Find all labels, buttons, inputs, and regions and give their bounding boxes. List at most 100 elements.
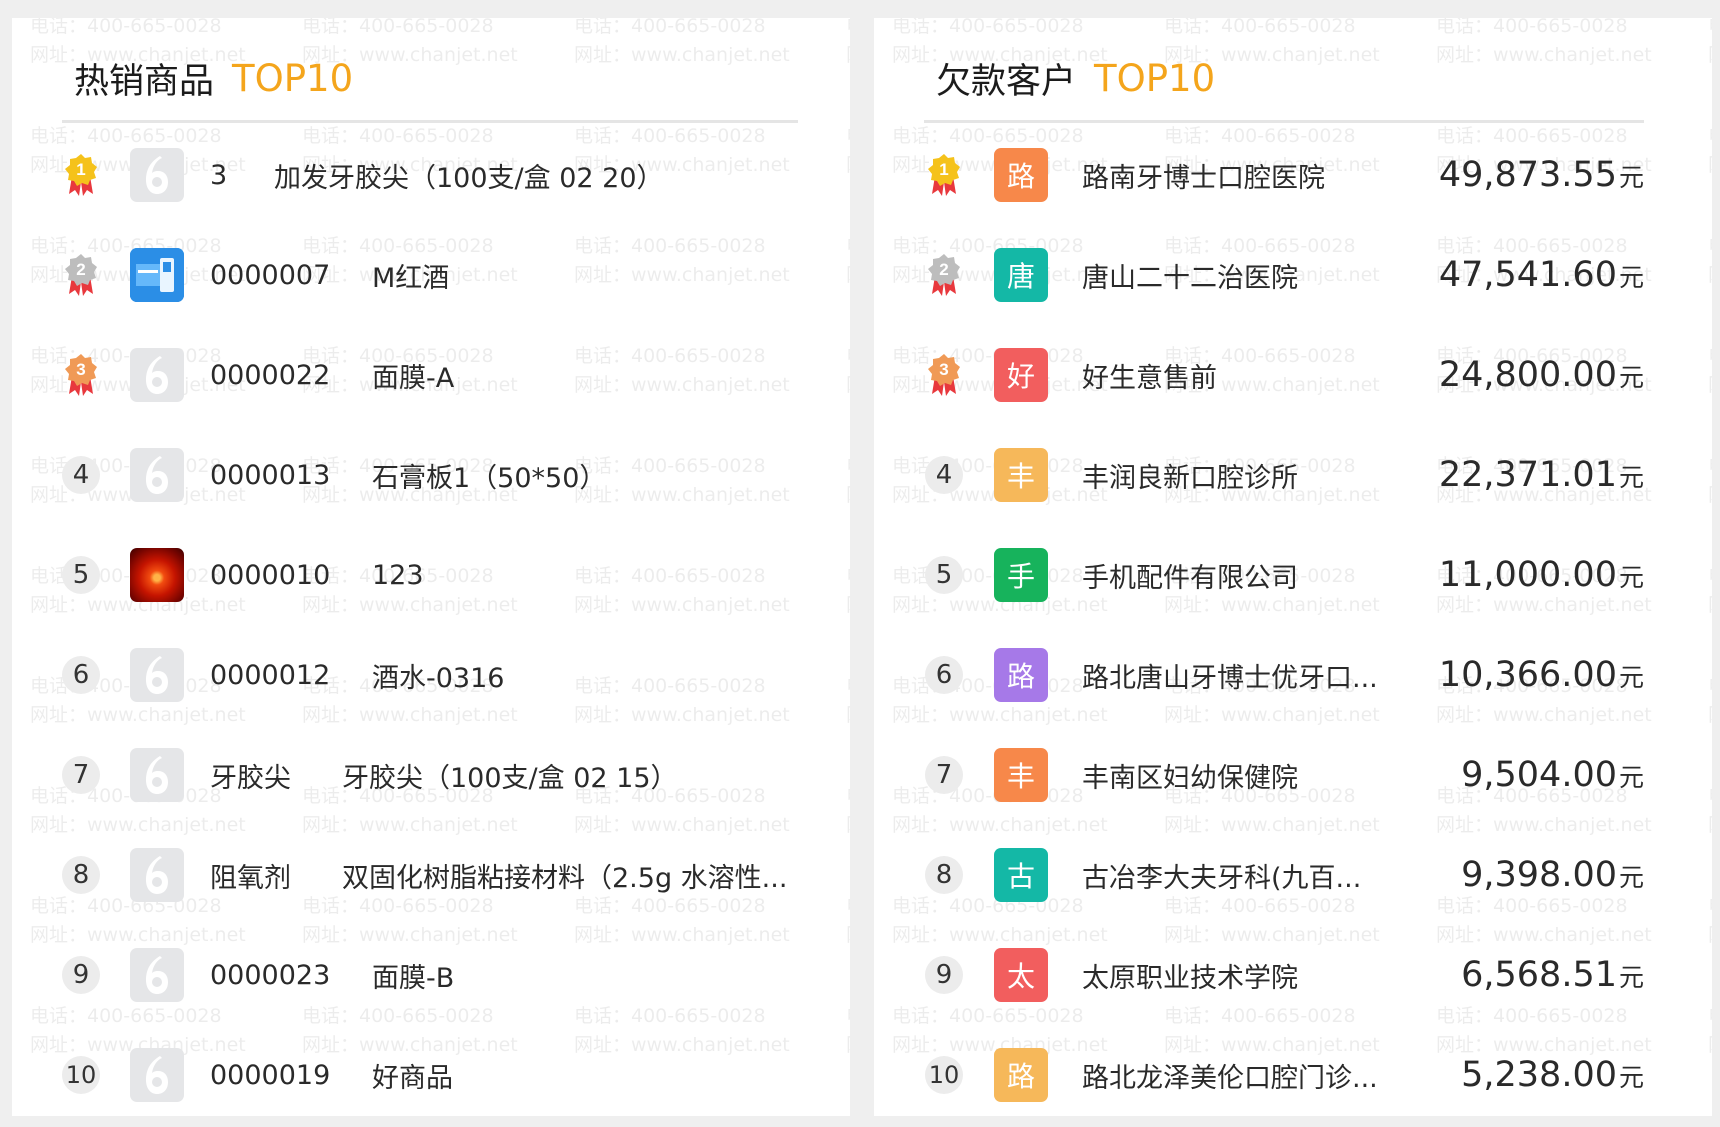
watermark-phone: 电话：400-665-0028 — [846, 18, 850, 41]
product-code: 0000010 — [210, 559, 331, 591]
product-name: 石膏板1（50*50） — [372, 462, 607, 494]
panel-title: 热销商品 — [74, 61, 215, 102]
watermark-website: 网址：www.chanjet.net — [892, 814, 1108, 836]
product-placeholder-icon — [130, 748, 184, 802]
top10-badge: TOP10 — [1094, 56, 1216, 100]
customer-row[interactable]: 8 古 古冶李大夫牙科(九百... 9,398.00 元 — [874, 846, 1712, 904]
watermark-website: 网址：www.chanjet.net — [30, 704, 246, 726]
customer-row[interactable]: 10 路 路北龙泽美伦口腔门诊... 5,238.00 元 — [874, 1046, 1712, 1104]
product-row[interactable]: 10 0000019 好商品 — [12, 1046, 850, 1104]
product-row[interactable]: 7 牙胶尖 牙胶尖（100支/盒 02 15） — [12, 746, 850, 804]
amount-value: 9,398.00 — [1461, 855, 1617, 895]
amount-unit: 元 — [1618, 463, 1644, 492]
watermark-website: 网址：www.chanjet.net — [302, 814, 518, 836]
watermark-phone: 电话：400-665-0028 — [892, 18, 1084, 37]
product-row[interactable]: 9 0000023 面膜-B — [12, 946, 850, 1004]
rank-number: 10 — [925, 1056, 963, 1094]
watermark-website: 网址：www.chanjet.net — [1708, 811, 1712, 840]
customer-name: 路北龙泽美伦口腔门诊... — [1082, 1062, 1378, 1094]
customer-row[interactable]: 6 路 路北唐山牙博士优牙口... 10,366.00 元 — [874, 646, 1712, 704]
product-placeholder-icon — [130, 348, 184, 402]
svg-text:3: 3 — [939, 360, 948, 379]
product-code: 0000007 — [210, 259, 331, 291]
header-divider — [924, 120, 1644, 123]
customer-row[interactable]: 9 太 太原职业技术学院 6,568.51 元 — [874, 946, 1712, 1004]
watermark-text: 电话：400-665-0028网址：www.chanjet.net — [846, 18, 850, 70]
debt-amount: 6,568.51 元 — [1461, 955, 1644, 995]
product-row[interactable]: 5 0000010 123 — [12, 546, 850, 604]
product-row[interactable]: 8 阻氧剂 双固化树脂粘接材料（2.5g 水溶性... — [12, 846, 850, 904]
svg-text:3: 3 — [76, 360, 85, 379]
debt-amount: 47,541.60 元 — [1439, 255, 1644, 295]
watermark-phone: 电话：400-665-0028 — [30, 18, 222, 37]
amount-unit: 元 — [1618, 763, 1644, 792]
product-thumbnail — [130, 248, 184, 302]
debt-amount: 49,873.55 元 — [1439, 155, 1644, 195]
debt-amount: 22,371.01 元 — [1439, 455, 1644, 495]
customer-name: 丰润良新口腔诊所 — [1082, 462, 1298, 494]
customer-avatar: 好 — [994, 348, 1048, 402]
rank-number: 6 — [62, 656, 100, 694]
product-name: 面膜-B — [372, 962, 455, 994]
rank-number: 5 — [62, 556, 100, 594]
product-row[interactable]: 4 0000013 石膏板1（50*50） — [12, 446, 850, 504]
watermark-phone: 电话：400-665-0028 — [1436, 1112, 1652, 1116]
product-name: M红酒 — [372, 262, 450, 294]
amount-unit: 元 — [1618, 263, 1644, 292]
watermark-text: 电话：400-665-0028网址：www.chanjet.net — [1708, 1112, 1712, 1116]
watermark-website: 网址：www.chanjet.net — [1708, 41, 1712, 70]
customer-row[interactable]: 1 路 路南牙博士口腔医院 49,873.55 元 — [874, 146, 1712, 204]
product-code: 阻氧剂 — [210, 862, 291, 894]
watermark-phone: 电话：400-665-0028 — [892, 1112, 1108, 1116]
watermark-phone: 电话：400-665-0028 — [30, 1005, 222, 1027]
rank-medal-icon: 1 — [62, 152, 100, 198]
rank-number: 4 — [62, 456, 100, 494]
amount-unit: 元 — [1618, 363, 1644, 392]
customer-row[interactable]: 7 丰 丰南区妇幼保健院 9,504.00 元 — [874, 746, 1712, 804]
watermark-phone: 电话：400-665-0028 — [1164, 18, 1356, 37]
product-code: 0000022 — [210, 359, 331, 391]
watermark-text: 电话：400-665-0028网址：www.chanjet.net — [1436, 18, 1652, 70]
watermark-phone: 电话：400-665-0028 — [1436, 18, 1628, 37]
product-code: 3 — [210, 159, 228, 191]
product-placeholder-icon — [130, 448, 184, 502]
product-placeholder-icon — [130, 148, 184, 202]
customer-name: 唐山二十二治医院 — [1082, 262, 1298, 294]
debt-amount: 10,366.00 元 — [1439, 655, 1644, 695]
watermark-website: 网址：www.chanjet.net — [1436, 704, 1652, 726]
rank-number: 5 — [925, 556, 963, 594]
watermark-website: 网址：www.chanjet.net — [574, 704, 790, 726]
customer-avatar: 路 — [994, 648, 1048, 702]
customer-row[interactable]: 5 手 手机配件有限公司 11,000.00 元 — [874, 546, 1712, 604]
product-code: 0000019 — [210, 1059, 331, 1091]
product-row[interactable]: 3 0000022 面膜-A — [12, 346, 850, 404]
watermark-phone: 电话：400-665-0028 — [846, 1002, 850, 1031]
amount-value: 5,238.00 — [1461, 1055, 1617, 1095]
customer-name: 路南牙博士口腔医院 — [1082, 162, 1325, 194]
customer-avatar: 丰 — [994, 748, 1048, 802]
watermark-phone: 电话：400-665-0028 — [1708, 18, 1712, 41]
header-divider — [62, 120, 798, 123]
watermark-website: 网址：www.chanjet.net — [846, 701, 850, 730]
product-row[interactable]: 6 0000012 酒水-0316 — [12, 646, 850, 704]
watermark-phone: 电话：400-665-0028 — [1164, 1112, 1380, 1116]
amount-value: 6,568.51 — [1461, 955, 1617, 995]
customer-row[interactable]: 3 好 好生意售前 24,800.00 元 — [874, 346, 1712, 404]
customer-row[interactable]: 4 丰 丰润良新口腔诊所 22,371.01 元 — [874, 446, 1712, 504]
customer-row[interactable]: 2 唐 唐山二十二治医院 47,541.60 元 — [874, 246, 1712, 304]
watermark-phone: 电话：400-665-0028 — [574, 1005, 766, 1027]
product-placeholder-icon — [130, 1048, 184, 1102]
watermark-text: 电话：400-665-0028网址：www.chanjet.net — [30, 1112, 246, 1116]
product-row[interactable]: 2 0000007 M红酒 — [12, 246, 850, 304]
rank-medal-icon: 2 — [925, 252, 963, 298]
rank-medal-icon: 3 — [62, 352, 100, 398]
watermark-phone: 电话：400-665-0028 — [1708, 1112, 1712, 1116]
customer-name: 太原职业技术学院 — [1082, 962, 1298, 994]
product-code: 0000013 — [210, 459, 331, 491]
product-row[interactable]: 1 3 加发牙胶尖（100支/盒 02 20） — [12, 146, 850, 204]
rank-medal-icon: 1 — [925, 152, 963, 198]
product-name: 好商品 — [372, 1062, 453, 1094]
watermark-website: 网址：www.chanjet.net — [30, 814, 246, 836]
customer-avatar: 路 — [994, 148, 1048, 202]
customer-avatar: 太 — [994, 948, 1048, 1002]
